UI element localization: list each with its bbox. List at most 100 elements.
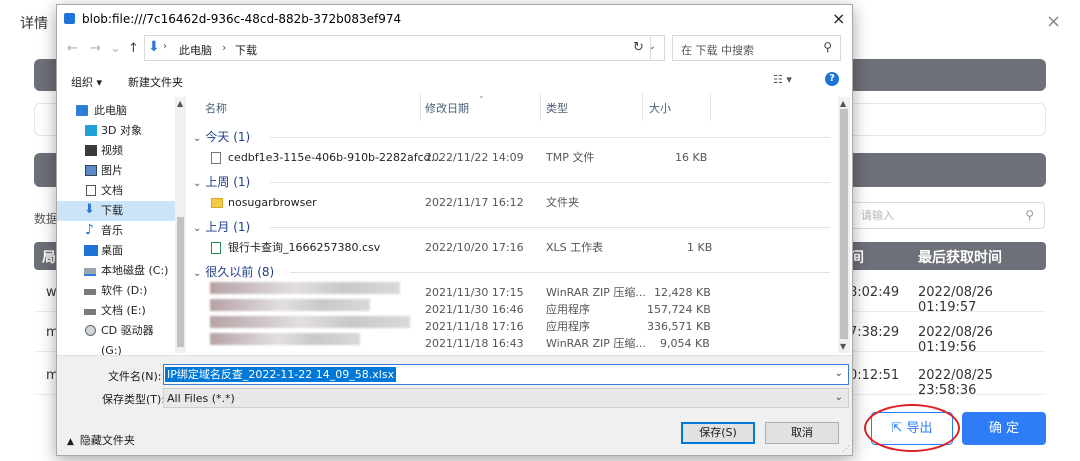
back-button[interactable]: ← xyxy=(67,41,78,56)
table-cell: 2022/08/26 01:19:56 xyxy=(918,325,993,355)
file-size: 1 KB xyxy=(687,241,713,254)
filename-value: IP绑定域名反查_2022-11-22 14_09_58.xlsx xyxy=(165,367,397,382)
file-type: TMP 文件 xyxy=(546,151,595,164)
address-bar[interactable]: ⬇ › 此电脑 › 下载 ⌄ xyxy=(144,35,665,61)
refresh-button[interactable]: ↻ xyxy=(627,35,651,61)
group-divider xyxy=(270,227,830,228)
group-header[interactable]: ⌄ 很久以前 (8) xyxy=(193,263,274,280)
highlight-ring xyxy=(864,404,960,452)
column-divider xyxy=(642,93,643,121)
cancel-button[interactable]: 取消 xyxy=(765,422,839,444)
page-close-icon[interactable]: × xyxy=(1046,12,1061,32)
tree-item-music[interactable]: ♪ 音乐 xyxy=(57,221,175,241)
filetype-select[interactable]: All Files (*.*) ⌄ xyxy=(163,388,849,408)
scrollbar-thumb[interactable] xyxy=(177,217,184,347)
group-label: 很久以前 (8) xyxy=(205,265,275,279)
table-cell: 0:12:51 xyxy=(849,368,900,383)
search-placeholder: 在 下载 中搜索 xyxy=(681,44,754,57)
file-date: 2022/11/17 16:12 xyxy=(425,196,524,209)
filetype-label: 保存类型(T): xyxy=(102,393,166,406)
filename-input[interactable]: IP绑定域名反查_2022-11-22 14_09_58.xlsx ⌄ xyxy=(163,364,849,385)
tree-scrollbar[interactable]: ▲ xyxy=(175,97,186,353)
breadcrumb-separator: › xyxy=(222,41,227,54)
organize-button[interactable]: 组织 ▾ xyxy=(71,74,102,90)
file-type: 文件夹 xyxy=(546,196,579,209)
bg-search-input[interactable]: 请输入 ⚲ xyxy=(850,202,1045,229)
new-folder-button[interactable]: 新建文件夹 xyxy=(128,74,183,90)
chevron-down-icon: ⌄ xyxy=(193,133,202,144)
chevron-down-icon: ⌄ xyxy=(193,268,202,279)
forward-button[interactable]: → xyxy=(90,41,101,56)
tree-item-pictures[interactable]: 图片 xyxy=(57,161,175,181)
scroll-up-icon[interactable]: ▲ xyxy=(840,99,846,108)
ok-button[interactable]: 确 定 xyxy=(962,412,1046,445)
save-button[interactable]: 保存(S) xyxy=(681,422,755,444)
search-input[interactable]: 在 下载 中搜索 ⚲ xyxy=(672,35,841,61)
column-divider xyxy=(540,93,541,121)
table-cell: 2022/08/25 23:58:36 xyxy=(918,368,993,398)
scroll-up-icon[interactable]: ▲ xyxy=(177,99,183,108)
group-label: 上月 (1) xyxy=(205,220,251,234)
group-header[interactable]: ⌄ 今天 (1) xyxy=(193,128,250,145)
table-cell: 2022/08/26 01:19:57 xyxy=(918,285,993,315)
navigation-bar: ← → ⌄ ↑ ⬇ › 此电脑 › 下载 ⌄ ↻ 在 下载 中搜索 ⚲ xyxy=(57,35,852,63)
file-row[interactable]: cedbf1e3-115e-406b-910b-2282afcd... 2022… xyxy=(190,147,838,169)
column-divider xyxy=(420,93,421,121)
column-header-size[interactable]: 大小 xyxy=(649,100,671,116)
scrollbar-thumb[interactable] xyxy=(840,109,848,339)
breadcrumb-this-pc[interactable]: 此电脑 xyxy=(179,42,212,58)
recent-locations-button[interactable]: ⌄ xyxy=(110,41,121,56)
chevron-up-icon: ▲ xyxy=(67,437,74,447)
column-divider xyxy=(710,93,711,121)
tree-item-cd-drive[interactable]: CD 驱动器 (G:) xyxy=(57,321,175,357)
tree-item-desktop[interactable]: 桌面 xyxy=(57,241,175,261)
tree-item-drive-c[interactable]: 本地磁盘 (C:) xyxy=(57,261,175,281)
tree-item-videos[interactable]: 视频 xyxy=(57,141,175,161)
file-date: 2022/10/20 17:16 xyxy=(425,241,524,254)
group-header[interactable]: ⌄ 上月 (1) xyxy=(193,218,250,235)
file-name: 银行卡查询_1666257380.csv xyxy=(228,241,381,254)
filename-label: 文件名(N): xyxy=(108,370,162,383)
tree-item-documents[interactable]: 文档 xyxy=(57,181,175,201)
breadcrumb-downloads[interactable]: 下载 xyxy=(235,42,257,58)
save-dialog: blob:file:///7c16462d-936c-48cd-882b-372… xyxy=(56,4,853,456)
up-button[interactable]: ↑ xyxy=(128,41,139,56)
column-header-type[interactable]: 类型 xyxy=(546,100,568,116)
column-header-name[interactable]: 名称 xyxy=(205,100,227,116)
tree-item-drive-d[interactable]: 软件 (D:) xyxy=(57,281,175,301)
file-row[interactable]: 银行卡查询_1666257380.csv 2022/10/20 17:16 XL… xyxy=(190,237,838,259)
download-icon: ⬇ xyxy=(148,39,160,55)
list-scrollbar[interactable]: ▲ ▼ xyxy=(838,97,850,353)
chevron-down-icon[interactable]: ⌄ xyxy=(835,368,843,379)
drive-icon xyxy=(84,309,96,315)
resize-grip-icon[interactable]: ⋰ xyxy=(842,444,850,453)
document-icon xyxy=(86,185,96,196)
video-icon xyxy=(85,145,97,156)
drive-icon xyxy=(84,268,96,276)
tree-item-3d-objects[interactable]: 3D 对象 xyxy=(57,121,175,141)
file-type: WinRAR ZIP 压缩... xyxy=(546,337,646,350)
tree-item-label: 此电脑 xyxy=(94,104,127,117)
view-options-button[interactable]: ☷ ▾ xyxy=(773,73,792,86)
tree-item-downloads[interactable]: ⬇ 下载 xyxy=(57,201,175,221)
chevron-right-icon: › xyxy=(163,41,167,52)
search-icon: ⚲ xyxy=(823,40,832,54)
save-form: 文件名(N): IP绑定域名反查_2022-11-22 14_09_58.xls… xyxy=(57,355,852,455)
hide-folders-toggle[interactable]: ▲ 隐藏文件夹 xyxy=(67,432,135,448)
file-row[interactable]: 2021/11/18 16:43 WinRAR ZIP 压缩... 9,054 … xyxy=(190,333,838,355)
table-cell: 8:02:49 xyxy=(849,285,900,300)
tree-item-this-pc[interactable]: 此电脑 xyxy=(57,101,175,121)
table-header-cell: 最后获取时间 xyxy=(918,250,1002,266)
file-date: 2022/11/22 14:09 xyxy=(425,151,524,164)
file-row[interactable]: nosugarbrowser 2022/11/17 16:12 文件夹 xyxy=(190,192,838,214)
scroll-down-icon[interactable]: ▼ xyxy=(840,342,846,351)
tree-item-label: 本地磁盘 (C:) xyxy=(101,264,169,277)
tree-item-label: 下载 xyxy=(101,204,123,217)
tree-item-drive-e[interactable]: 文档 (E:) xyxy=(57,301,175,321)
file-name: cedbf1e3-115e-406b-910b-2282afcd... xyxy=(228,151,442,164)
close-icon[interactable]: × xyxy=(832,9,845,28)
column-header-date[interactable]: 修改日期 xyxy=(425,100,469,116)
help-icon[interactable]: ? xyxy=(825,72,839,86)
file-date: 2021/11/18 16:43 xyxy=(425,337,524,350)
group-header[interactable]: ⌄ 上周 (1) xyxy=(193,173,250,190)
